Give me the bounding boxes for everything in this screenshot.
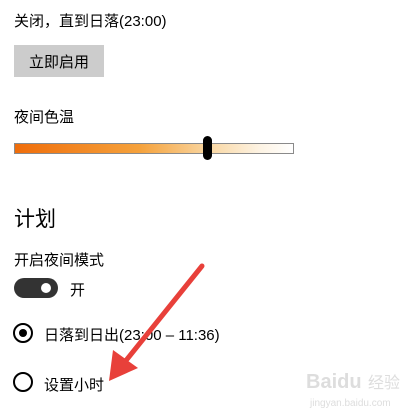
schedule-section-title: 计划 [14, 208, 56, 231]
color-temperature-slider-thumb[interactable] [202, 136, 212, 160]
enable-now-button[interactable]: 立即启用 [14, 45, 104, 77]
toggle-knob [41, 283, 51, 293]
night-light-status-text: 关闭，直到日落(23:00) [14, 13, 167, 30]
svg-text:Baidu: Baidu [306, 371, 362, 393]
schedule-night-light-label: 开启夜间模式 [14, 252, 105, 269]
set-hours-label[interactable]: 设置小时 [44, 374, 104, 395]
color-temperature-label: 夜间色温 [14, 109, 75, 126]
baidu-watermark: Baidu 经验 jingyan.baidu.com [306, 371, 400, 409]
svg-text:jingyan.baidu.com: jingyan.baidu.com [309, 398, 391, 409]
color-temperature-slider[interactable] [14, 143, 294, 154]
svg-text:经验: 经验 [368, 373, 400, 392]
radio-selected-dot [19, 329, 27, 337]
sunset-to-sunrise-label[interactable]: 日落到日出(23:00 – 11:36) [44, 324, 220, 345]
set-hours-radio[interactable] [13, 372, 33, 392]
schedule-night-light-toggle[interactable] [14, 278, 58, 298]
toggle-state-label: 开 [70, 282, 86, 299]
